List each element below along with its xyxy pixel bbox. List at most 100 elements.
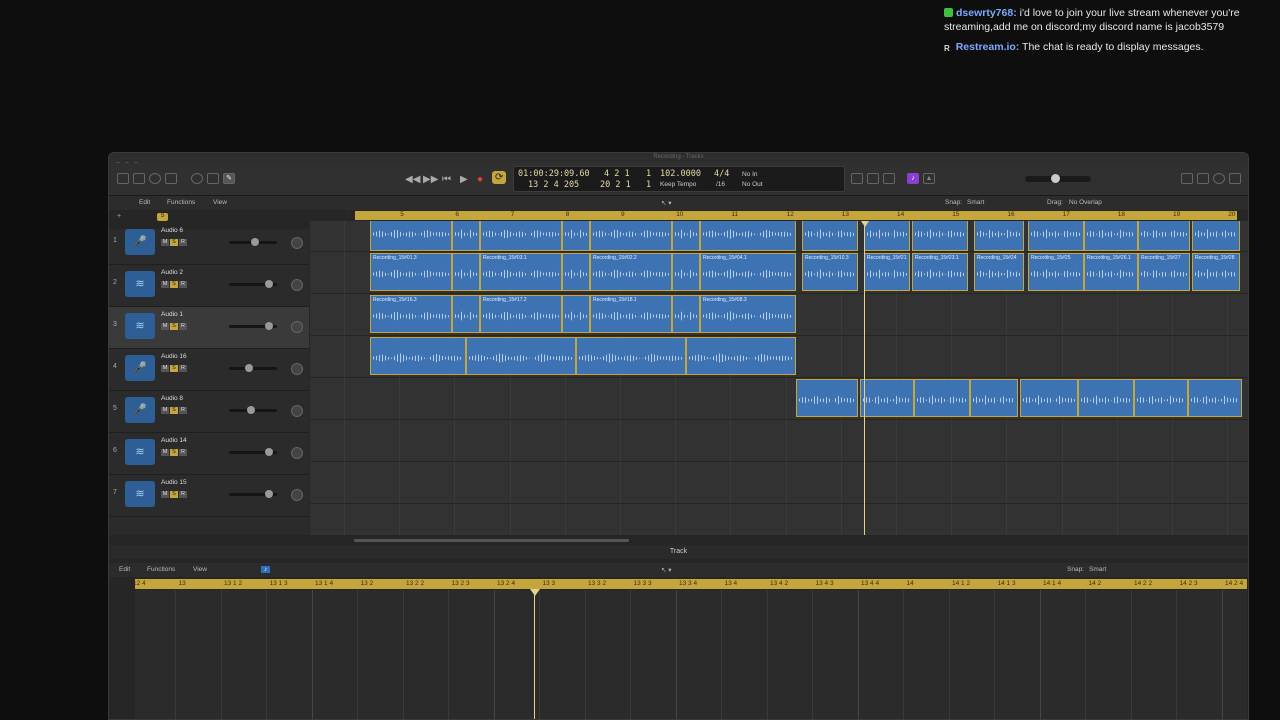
track-name[interactable]: Audio 15: [161, 479, 187, 486]
fader-knob[interactable]: [265, 448, 273, 456]
go-to-start-button[interactable]: ⏮: [442, 174, 451, 185]
volume-fader[interactable]: [229, 448, 277, 456]
audio-region[interactable]: Recording_15#10.3: [802, 253, 858, 291]
audio-region[interactable]: [562, 295, 590, 333]
record-enable-button[interactable]: R: [179, 407, 187, 414]
audio-region[interactable]: Recording_15#24: [974, 253, 1024, 291]
volume-knob[interactable]: [1051, 174, 1060, 183]
inbox-icon[interactable]: [133, 173, 145, 184]
audio-region[interactable]: [864, 221, 910, 251]
audio-region[interactable]: [1192, 221, 1240, 251]
track-header[interactable]: 2 ≋ Audio 2 MSR: [109, 265, 309, 307]
editor-ruler[interactable]: 12 4 13 13 1 2 13 1 3 13 1 4 13 2 13 2 2 13 2 3…: [133, 579, 1247, 589]
editor-pointer-tool-icon[interactable]: ↖ ▾: [661, 566, 672, 574]
volume-fader[interactable]: [229, 322, 277, 330]
pointer-tool-icon[interactable]: ↖ ▾: [661, 199, 672, 207]
metronome-icon[interactable]: ▲: [923, 173, 935, 184]
browser-icon[interactable]: [1229, 173, 1241, 184]
fader-knob[interactable]: [265, 322, 273, 330]
mute-button[interactable]: M: [161, 323, 169, 330]
audio-region[interactable]: Recording_15#01.3: [370, 253, 452, 291]
mute-button[interactable]: M: [161, 239, 169, 246]
play-button[interactable]: ▶: [460, 174, 468, 185]
audio-region[interactable]: Recording_15#28: [1192, 253, 1240, 291]
volume-fader[interactable]: [229, 406, 277, 414]
audio-region[interactable]: Recording_15#27: [1138, 253, 1190, 291]
audio-region[interactable]: [562, 221, 590, 251]
audio-region[interactable]: Recording_15#16.3: [370, 295, 452, 333]
mixer-icon[interactable]: [191, 173, 203, 184]
solo-button[interactable]: S: [170, 323, 178, 330]
view-menu[interactable]: View: [213, 199, 227, 206]
audio-region[interactable]: Recording_15#02.2: [590, 253, 672, 291]
mute-button[interactable]: M: [161, 449, 169, 456]
audio-region[interactable]: [970, 379, 1018, 417]
editor-playhead[interactable]: [534, 589, 535, 719]
mute-button[interactable]: M: [161, 407, 169, 414]
editor-functions-menu[interactable]: Functions: [147, 566, 175, 573]
global-solo-button[interactable]: S: [157, 213, 168, 221]
editor-view-menu[interactable]: View: [193, 566, 207, 573]
bar-ruler[interactable]: 4 5 6 7 8 9 10 11 12 13 14 15 16 17 18 19 20: [345, 211, 1237, 220]
audio-region[interactable]: [914, 379, 970, 417]
record-enable-button[interactable]: R: [179, 491, 187, 498]
audio-region[interactable]: [452, 253, 480, 291]
track-header[interactable]: 6 ≋ Audio 14 M S R: [109, 433, 309, 475]
pan-knob[interactable]: [291, 405, 303, 417]
audio-region[interactable]: Recording_15#03.1: [480, 253, 562, 291]
volume-fader[interactable]: [229, 280, 277, 288]
volume-fader[interactable]: [229, 490, 277, 498]
mute-button[interactable]: M: [161, 365, 169, 372]
track-name[interactable]: Audio 8: [161, 395, 183, 402]
track-name[interactable]: Audio 2: [161, 269, 183, 276]
help-icon[interactable]: [149, 173, 161, 184]
library-icon[interactable]: [117, 173, 129, 184]
pan-knob[interactable]: [291, 279, 303, 291]
add-track-button[interactable]: +: [117, 213, 121, 220]
arrange-area[interactable]: Recording_15#01.3 Recording_15#03.1 Record…: [310, 221, 1248, 535]
snap-select[interactable]: Smart: [967, 199, 984, 206]
cycle-button[interactable]: ⟳: [492, 171, 507, 184]
solo-button[interactable]: S: [170, 365, 178, 372]
audio-region[interactable]: [562, 253, 590, 291]
pan-knob[interactable]: [291, 489, 303, 501]
audio-region[interactable]: [912, 221, 968, 251]
editor-midi-icon[interactable]: ♪: [261, 566, 271, 573]
audio-region[interactable]: [1078, 379, 1134, 417]
audio-region[interactable]: [452, 295, 480, 333]
solo-button[interactable]: S: [170, 449, 178, 456]
editor-snap-select[interactable]: Smart: [1089, 566, 1106, 573]
solo-button[interactable]: S: [170, 491, 178, 498]
list-icon[interactable]: [1181, 173, 1193, 184]
playhead[interactable]: [864, 221, 865, 535]
audio-region[interactable]: [1020, 379, 1078, 417]
audio-region[interactable]: [796, 379, 858, 417]
track-header[interactable]: 4 🎤 Audio 16 M S R: [109, 349, 309, 391]
audio-region[interactable]: Recording_15#26.1: [1084, 253, 1138, 291]
track-header[interactable]: 1 🎤 Audio 6 MSR: [109, 223, 309, 265]
audio-region[interactable]: [860, 379, 914, 417]
drag-select[interactable]: No Overlap: [1069, 199, 1102, 206]
editor-playhead-marker[interactable]: [530, 589, 540, 596]
fast-forward-button[interactable]: ▶▶: [423, 174, 438, 185]
volume-fader[interactable]: [229, 364, 277, 372]
fader-knob[interactable]: [247, 406, 255, 414]
audio-region[interactable]: [1084, 221, 1138, 251]
tuner-icon[interactable]: [867, 173, 879, 184]
volume-fader[interactable]: [229, 238, 277, 246]
track-header[interactable]: 7 ≋ Audio 15 M S R: [109, 475, 309, 517]
audio-region[interactable]: [452, 221, 480, 251]
audio-region[interactable]: [1188, 379, 1242, 417]
audio-region[interactable]: [590, 221, 672, 251]
edit-menu[interactable]: Edit: [139, 199, 150, 206]
audio-region[interactable]: Recording_15#08.3: [700, 295, 796, 333]
track-name[interactable]: Audio 1: [161, 311, 183, 318]
audio-region[interactable]: [1134, 379, 1188, 417]
record-enable-button[interactable]: R: [179, 449, 187, 456]
audio-region[interactable]: [974, 221, 1024, 251]
record-enable-button[interactable]: R: [179, 365, 187, 372]
track-name[interactable]: Audio 16: [161, 353, 187, 360]
track-header[interactable]: 5 🎤 Audio 8 MSR: [109, 391, 309, 433]
audio-region[interactable]: [686, 337, 796, 375]
track-name[interactable]: Audio 6: [161, 227, 183, 234]
